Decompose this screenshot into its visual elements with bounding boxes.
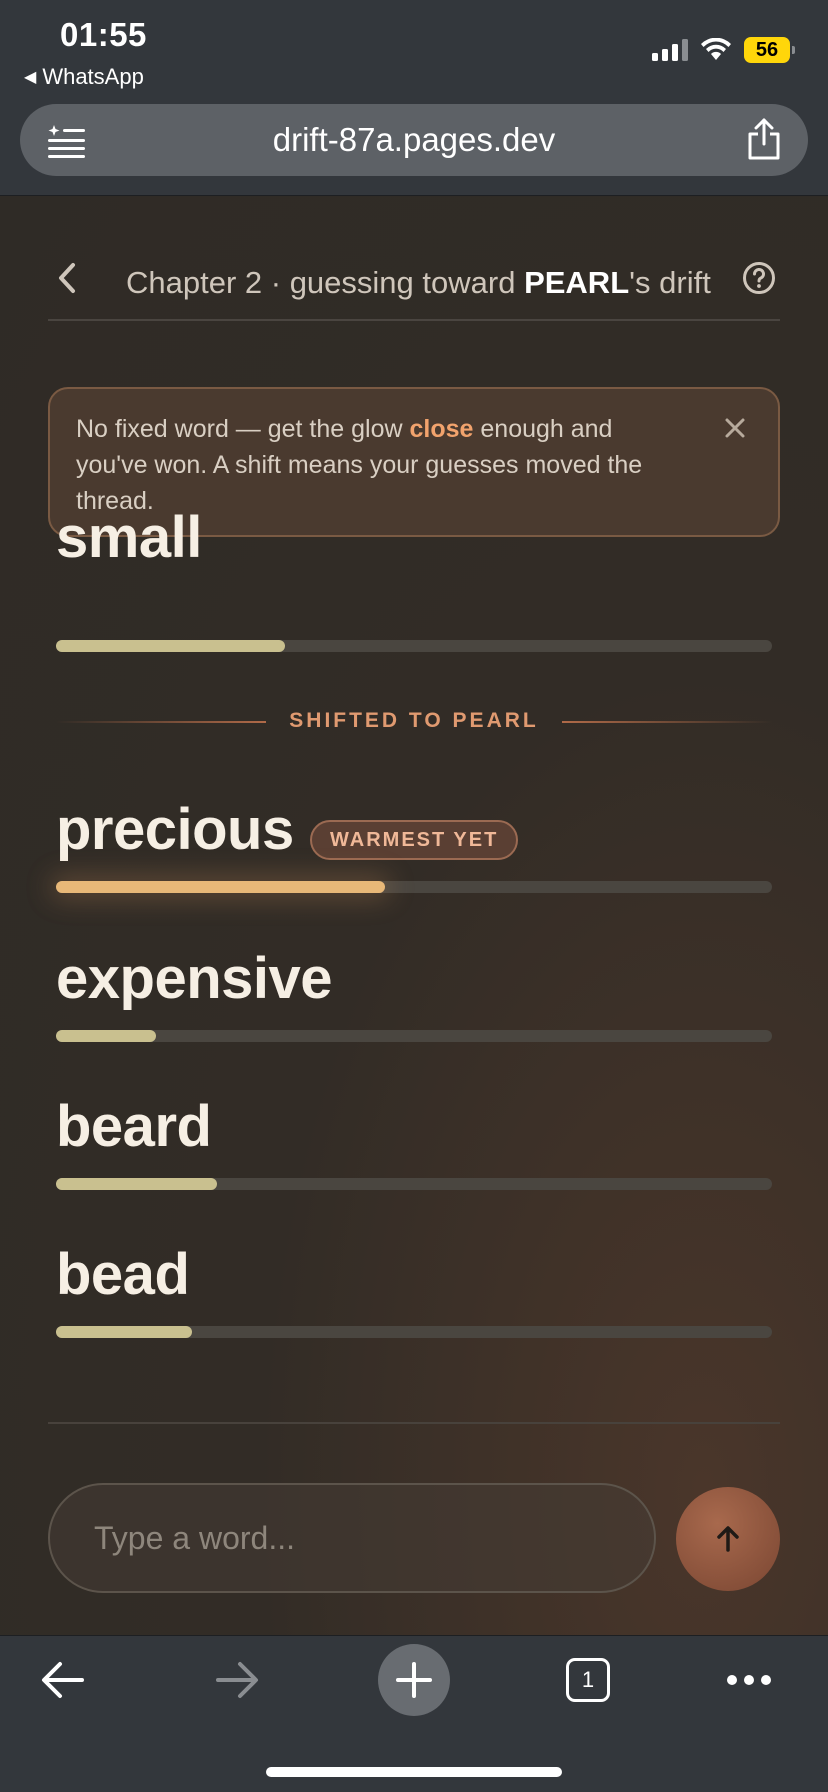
close-icon[interactable] [724,417,746,439]
share-icon[interactable] [746,118,782,160]
new-tab-button[interactable] [378,1644,450,1716]
warmth-track [56,1178,772,1190]
input-divider [48,1422,780,1424]
warmth-track [56,1030,772,1042]
forward-arrow-icon[interactable] [214,1658,260,1702]
guess-word: expensive [56,946,333,1011]
status-time: 01:55 [60,16,147,53]
back-to-app-link[interactable]: ◀ WhatsApp [24,64,144,90]
chapter-suffix: 's drift [629,265,711,300]
word-input[interactable] [48,1483,656,1593]
arrow-up-icon [717,1526,739,1552]
tabs-button[interactable]: 1 [566,1658,610,1702]
warmth-fill [56,1030,157,1042]
help-icon[interactable] [742,261,776,295]
wifi-icon [701,38,731,60]
url-bar[interactable]: drift-87a.pages.dev [20,104,808,176]
guess-word: bead [56,1242,190,1307]
url-text[interactable]: drift-87a.pages.dev [20,121,808,159]
more-icon[interactable] [726,1674,772,1686]
notice-text-before: No fixed word — get the glow [76,415,410,443]
back-chevron-icon[interactable] [56,261,78,295]
chapter-header: Chapter 2 · guessing toward PEARL's drif… [48,235,780,321]
plus-icon [396,1662,432,1698]
warmth-track [56,881,772,893]
back-triangle-icon: ◀ [24,69,37,86]
warmth-fill [56,1326,193,1338]
target-word: PEARL [524,265,630,300]
warmth-fill [56,640,286,652]
guess-word: precious [56,797,294,862]
warmest-badge: WARMEST YET [310,820,519,860]
status-indicators: 56 [652,36,795,64]
warmth-track [56,640,772,652]
guess-word: small [56,505,202,570]
warmth-fill [56,881,386,893]
submit-button[interactable] [676,1487,780,1591]
chapter-title: Chapter 2 · guessing toward PEARL's drif… [126,265,711,301]
game-page: Chapter 2 · guessing toward PEARL's drif… [0,197,828,1635]
browser-top-chrome: 01:55 ◀ WhatsApp 56 drift-87a.pages.dev [0,0,828,196]
notice-highlight: close [409,415,474,443]
warmth-track [56,1326,772,1338]
back-arrow-icon[interactable] [40,1658,86,1702]
battery-icon: 56 [744,37,795,63]
signal-icon [652,39,688,61]
chapter-prefix: Chapter 2 · guessing toward [126,265,525,300]
back-app-label: WhatsApp [42,64,144,89]
guess-word: beard [56,1094,212,1159]
shift-divider: SHIFTED TO PEARL [56,707,772,737]
warmth-fill [56,1178,218,1190]
home-indicator [266,1767,562,1777]
